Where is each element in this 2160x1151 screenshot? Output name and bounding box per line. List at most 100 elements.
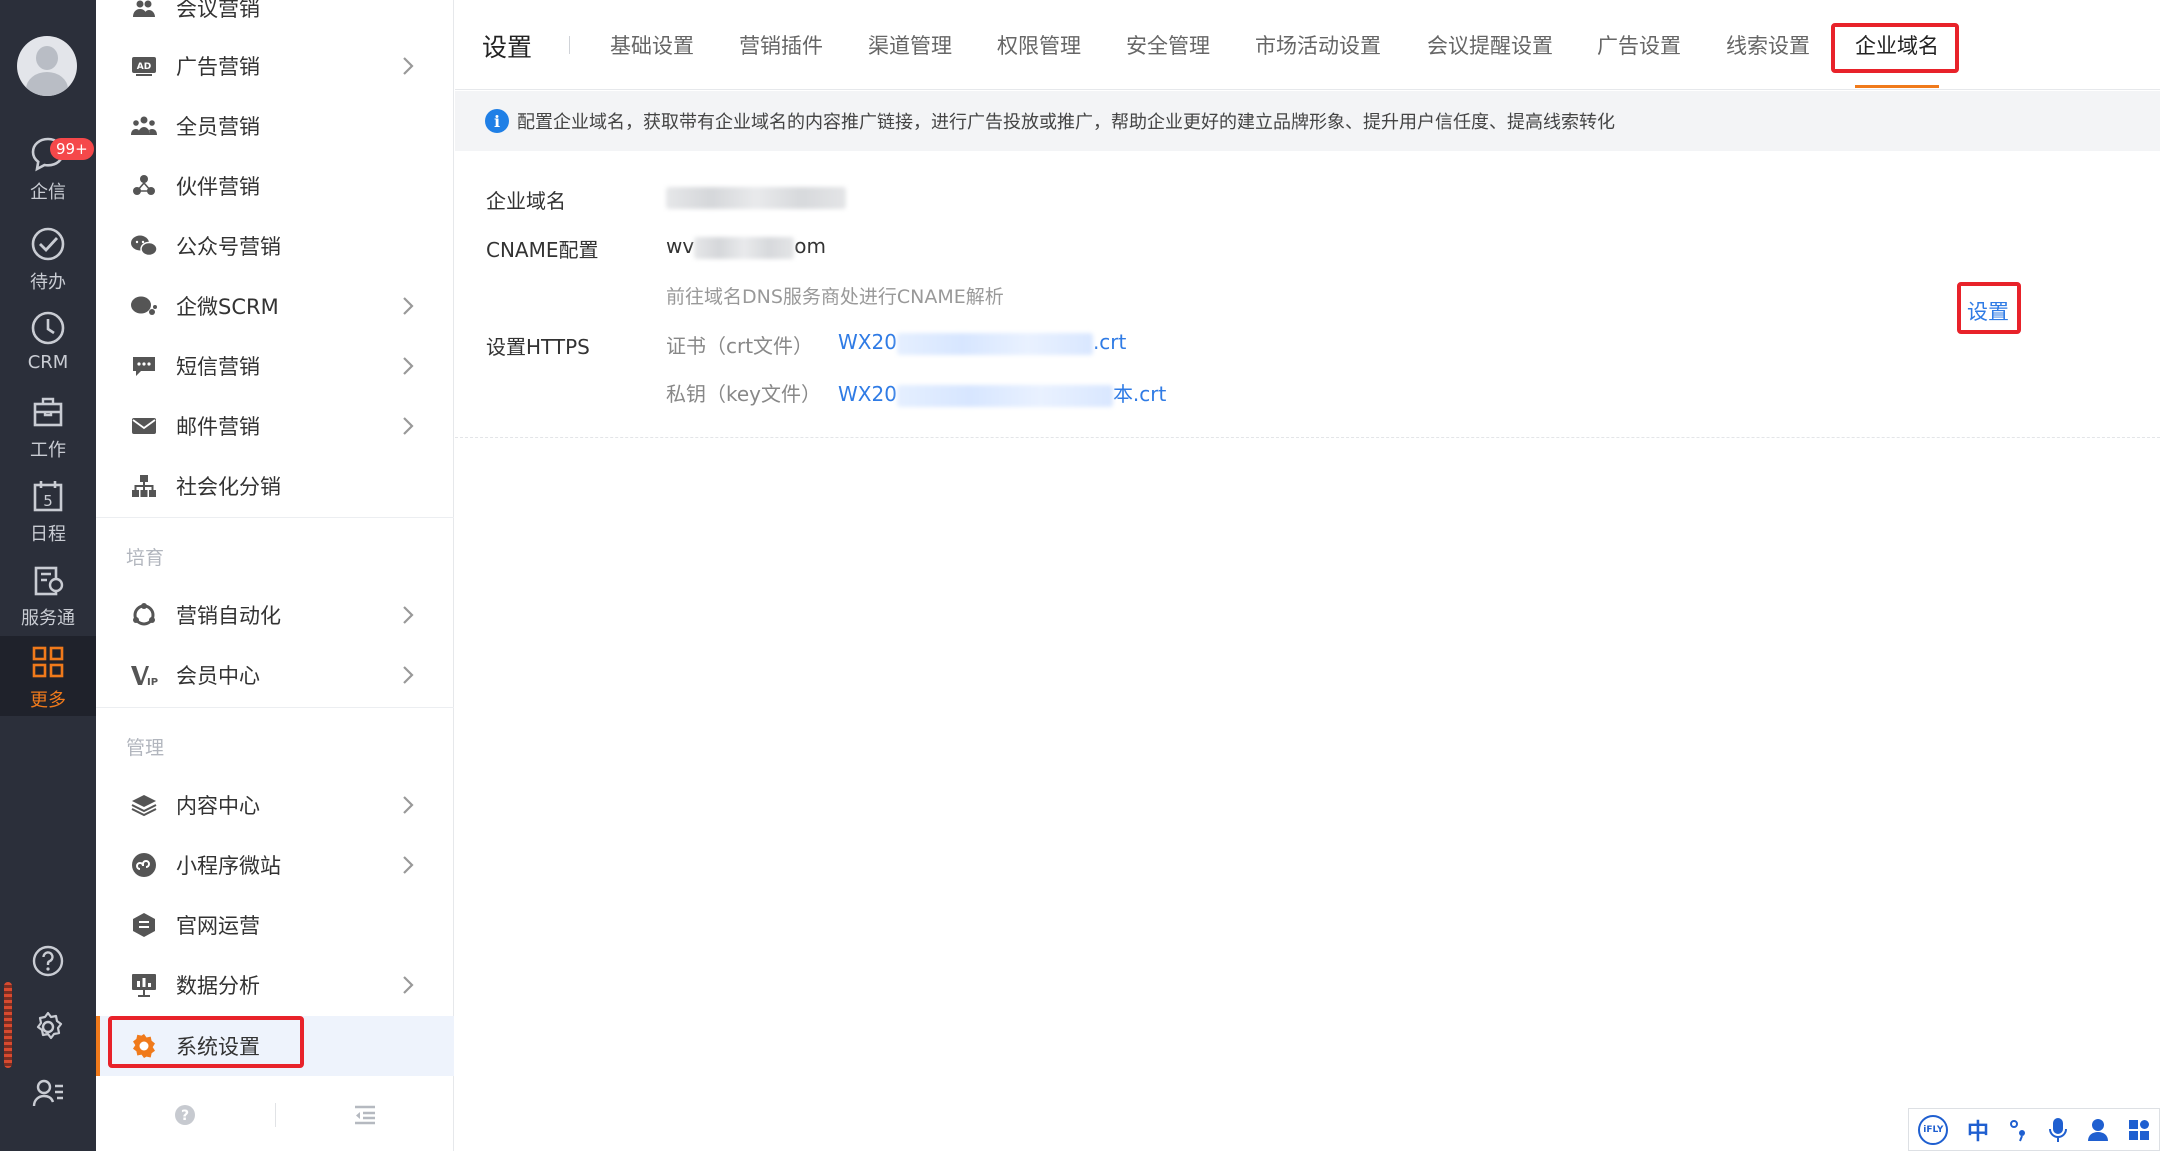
tab-campaign-settings[interactable]: 市场活动设置	[1255, 30, 1381, 60]
svg-text:IP: IP	[147, 677, 158, 687]
redacted-cert-name	[896, 332, 1093, 355]
domain-label: 企业域名	[486, 189, 566, 213]
microphone-icon[interactable]	[2048, 1117, 2068, 1143]
module-sidebar: 会议营销 AD 广告营销 全员营销 伙伴营销 公众号营销 企微SCRM 短信营销…	[96, 0, 454, 1151]
user-list-icon	[32, 1079, 63, 1107]
partner-icon	[130, 172, 158, 200]
org-chart-icon	[130, 472, 158, 500]
settings-button[interactable]	[0, 1010, 96, 1048]
sidebar-group-nurture: 培育	[126, 547, 165, 569]
rail-item-service[interactable]: 服务通	[0, 560, 96, 644]
main-content: 设置 基础设置 营销插件 渠道管理 权限管理 安全管理 市场活动设置 会议提醒设…	[455, 0, 2160, 1151]
domain-settings-link[interactable]: 设置	[1967, 296, 2009, 326]
chevron-right-icon	[403, 856, 414, 874]
tab-lead-settings[interactable]: 线索设置	[1726, 30, 1810, 60]
tab-basic-settings[interactable]: 基础设置	[610, 30, 694, 60]
tab-enterprise-domain[interactable]: 企业域名	[1855, 30, 1939, 60]
rail-label: 日程	[30, 524, 66, 545]
sidebar-item-label: 小程序微站	[176, 854, 281, 878]
sidebar-footer: ?	[96, 1090, 454, 1140]
rail-item-crm[interactable]: CRM	[0, 308, 96, 392]
ime-toolbar: iFLY 中	[1908, 1108, 2160, 1151]
sidebar-item-label: 官网运营	[176, 914, 260, 938]
settings-tab-bar: 设置 基础设置 营销插件 渠道管理 权限管理 安全管理 市场活动设置 会议提醒设…	[455, 0, 2160, 90]
sidebar-item-system-settings[interactable]: 系统设置	[96, 1016, 454, 1076]
user-list-button[interactable]	[0, 1076, 96, 1114]
redacted-key-name	[896, 384, 1113, 407]
tab-permission-management[interactable]: 权限管理	[997, 30, 1081, 60]
rail-item-work[interactable]: 工作	[0, 392, 96, 476]
sidebar-item-ad-marketing[interactable]: AD 广告营销	[96, 36, 454, 96]
user-icon[interactable]	[2087, 1118, 2109, 1142]
sidebar-item-label: 内容中心	[176, 794, 260, 818]
automation-icon	[130, 601, 158, 629]
rail-label: CRM	[27, 352, 69, 373]
sidebar-item-social-distribution[interactable]: 社会化分销	[96, 456, 454, 516]
sidebar-item-wecom-scrm[interactable]: 企微SCRM	[96, 276, 454, 336]
cname-value: wv om	[666, 234, 826, 259]
sidebar-item-official-account[interactable]: 公众号营销	[96, 216, 454, 276]
tab-meeting-reminder-settings[interactable]: 会议提醒设置	[1427, 30, 1553, 60]
ime-language-toggle[interactable]: 中	[1967, 1114, 1989, 1146]
help-button[interactable]	[0, 944, 96, 982]
tab-security-management[interactable]: 安全管理	[1126, 30, 1210, 60]
sidebar-item-label: 伙伴营销	[176, 175, 260, 199]
sidebar-item-member-center[interactable]: IP 会员中心	[96, 645, 454, 705]
calendar-icon: 5	[33, 481, 63, 512]
sidebar-item-label: 邮件营销	[176, 415, 260, 439]
cert-suffix: .crt	[1092, 330, 1127, 354]
sidebar-item-all-staff-marketing[interactable]: 全员营销	[96, 96, 454, 156]
info-icon: i	[485, 109, 509, 133]
sidebar-item-marketing-automation[interactable]: 营销自动化	[96, 585, 454, 645]
briefcase-icon	[33, 397, 63, 427]
svg-text:?: ?	[181, 1108, 189, 1124]
chevron-right-icon	[403, 666, 414, 684]
avatar[interactable]	[17, 36, 77, 96]
chart-icon	[130, 971, 158, 999]
check-circle-icon	[31, 227, 65, 261]
collapse-menu-icon	[354, 1105, 375, 1125]
vip-icon: IP	[130, 661, 158, 689]
chevron-right-icon	[403, 57, 414, 75]
service-icon	[34, 566, 64, 596]
sidebar-item-sms-marketing[interactable]: 短信营销	[96, 336, 454, 396]
tab-ad-settings[interactable]: 广告设置	[1597, 30, 1681, 60]
sidebar-item-label: 公众号营销	[176, 235, 281, 259]
sidebar-item-label: 短信营销	[176, 355, 260, 379]
website-icon	[130, 911, 158, 939]
sidebar-item-mini-program[interactable]: 小程序微站	[96, 835, 454, 895]
wecom-icon	[130, 292, 158, 320]
page-title: 设置	[482, 33, 533, 62]
sidebar-item-partner-marketing[interactable]: 伙伴营销	[96, 156, 454, 216]
rail-item-more[interactable]: 更多	[0, 636, 96, 716]
help-icon: ?	[175, 1105, 196, 1125]
https-label: 设置HTTPS	[486, 335, 590, 359]
tab-channel-management[interactable]: 渠道管理	[868, 30, 952, 60]
rail-item-schedule[interactable]: 5 日程	[0, 476, 96, 560]
tab-marketing-plugins[interactable]: 营销插件	[739, 30, 823, 60]
iflytek-logo-icon[interactable]: iFLY	[1918, 1114, 1949, 1145]
cname-label: CNAME配置	[486, 238, 599, 262]
key-file-link[interactable]: WX20 本.crt	[838, 378, 1166, 407]
key-prefix: WX20	[838, 382, 897, 406]
sidebar-item-label: 会员中心	[176, 664, 260, 688]
sidebar-item-data-analysis[interactable]: 数据分析	[96, 955, 454, 1015]
sidebar-item-label: 营销自动化	[176, 604, 281, 628]
sidebar-item-email-marketing[interactable]: 邮件营销	[96, 396, 454, 456]
rail-item-todo[interactable]: 待办	[0, 224, 96, 308]
punctuation-icon[interactable]	[2008, 1118, 2030, 1142]
cert-file-link[interactable]: WX20 .crt	[838, 330, 1126, 355]
rail-label: 服务通	[21, 608, 75, 629]
sidebar-item-meeting-marketing[interactable]: 会议营销	[96, 0, 454, 38]
sidebar-item-content-center[interactable]: 内容中心	[96, 775, 454, 835]
chevron-right-icon	[403, 976, 414, 994]
title-separator	[569, 36, 570, 54]
rail-item-qixin[interactable]: 99+ 企信	[0, 134, 96, 218]
sidebar-item-website-operation[interactable]: 官网运营	[96, 895, 454, 955]
apps-grid-icon[interactable]	[2128, 1119, 2150, 1141]
collapse-sidebar-button[interactable]	[276, 1104, 455, 1126]
cert-label: 证书（crt文件）	[666, 334, 814, 358]
chevron-right-icon	[403, 606, 414, 624]
cert-prefix: WX20	[838, 330, 897, 354]
sidebar-help-button[interactable]: ?	[96, 1104, 275, 1126]
